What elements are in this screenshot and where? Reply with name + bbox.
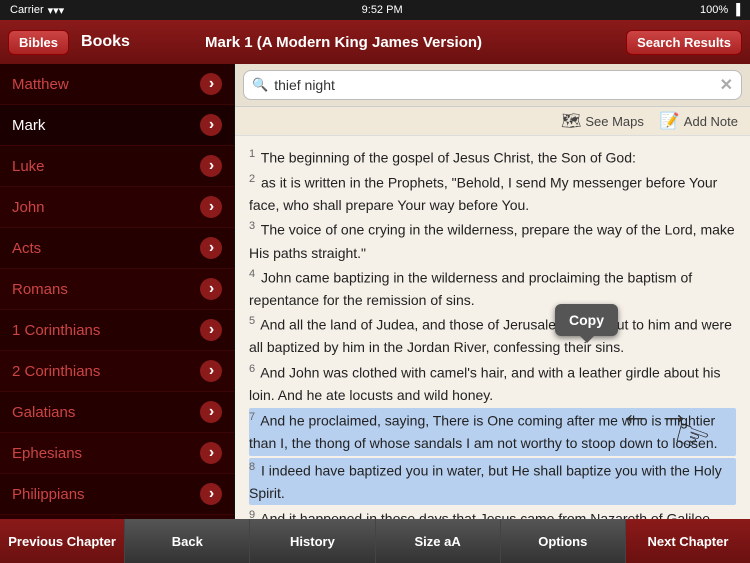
next-chapter-button[interactable]: Next Chapter [626,519,750,563]
sidebar-item-label-2corinthians: 2 Corinthians [12,363,100,380]
search-clear-icon[interactable]: ✕ [720,75,733,95]
chevron-icon-galatians [200,401,222,423]
sidebar-item-ephesians[interactable]: Ephesians [0,433,234,474]
chevron-icon-luke [200,155,222,177]
sidebar-item-2corinthians[interactable]: 2 Corinthians [0,351,234,392]
bibles-button[interactable]: Bibles [8,30,69,55]
sidebar-item-label-matthew: Matthew [12,76,69,93]
note-icon: 📝 [660,111,680,131]
battery-icon: ▐ [732,4,740,16]
verse-num-5: 5 [249,315,255,327]
battery-text: 100% [700,4,728,16]
map-icon: 🗺 [561,111,581,131]
bottom-bar: Previous Chapter Back History Size aA Op… [0,519,750,563]
verse-4: 4 John came baptizing in the wilderness … [249,266,736,311]
search-bar: 🔍 ✕ [235,64,750,107]
verse-3: 3 The voice of one crying in the wildern… [249,218,736,263]
search-input-wrapper: 🔍 ✕ [243,70,742,100]
sidebar-item-galatians[interactable]: Galatians [0,392,234,433]
sidebar-item-john[interactable]: John [0,187,234,228]
chevron-icon-ephesians [200,442,222,464]
sidebar-item-acts[interactable]: Acts [0,228,234,269]
sidebar-item-label-philippians: Philippians [12,486,85,503]
verse-num-1: 1 [249,148,255,160]
add-note-button[interactable]: 📝 Add Note [660,111,738,131]
sidebar-item-romans[interactable]: Romans [0,269,234,310]
sidebar-item-luke[interactable]: Luke [0,146,234,187]
verse-text-8: I indeed have baptized you in water, but… [249,462,722,500]
verse-text-3: The voice of one crying in the wildernes… [249,222,735,260]
sidebar-item-label-john: John [12,199,45,216]
see-maps-button[interactable]: 🗺 See Maps [561,111,644,131]
verse-8: 8 I indeed have baptized you in water, b… [249,458,736,505]
verse-5: 5 And all the land of Judea, and those o… [249,313,736,358]
verse-text-4: John came baptizing in the wilderness an… [249,270,692,308]
sidebar-item-label-acts: Acts [12,240,41,257]
verse-num-9: 9 [249,509,255,519]
verse-text-9: And it happened in those days that Jesus… [249,511,710,519]
sidebar-item-label-galatians: Galatians [12,404,75,421]
status-bar: Carrier ▾▾▾ 9:52 PM 100% ▐ [0,0,750,20]
bible-text[interactable]: Copy ← → ☞ 1 The beginning of the gospel… [235,136,750,519]
see-maps-label: See Maps [585,114,644,129]
chevron-icon-matthew [200,73,222,95]
verse-num-6: 6 [249,363,255,375]
verse-num-7: 7 [249,411,255,423]
sidebar-item-matthew[interactable]: Matthew [0,64,234,105]
verse-9: 9 And it happened in those days that Jes… [249,507,736,519]
status-time: 9:52 PM [362,4,403,16]
back-button[interactable]: Back [125,519,250,563]
chevron-icon-mark [200,114,222,136]
copy-label: Copy [569,312,604,328]
sidebar-item-label-luke: Luke [12,158,45,175]
chevron-icon-1corinthians [200,319,222,341]
verse-num-3: 3 [249,220,255,232]
add-note-label: Add Note [684,114,738,129]
chevron-icon-2corinthians [200,360,222,382]
chevron-icon-acts [200,237,222,259]
verse-num-8: 8 [249,461,255,473]
sidebar-item-label-ephesians: Ephesians [12,445,82,462]
status-right: 100% ▐ [700,4,740,16]
sidebar-item-label-romans: Romans [12,281,68,298]
sidebar-item-label-1corinthians: 1 Corinthians [12,322,100,339]
search-input[interactable] [274,77,713,93]
chevron-icon-romans [200,278,222,300]
size-aa-button[interactable]: Size aA [376,519,501,563]
search-results-button[interactable]: Search Results [626,30,742,55]
tools-bar: 🗺 See Maps 📝 Add Note [235,107,750,136]
verse-num-4: 4 [249,268,255,280]
wifi-icon: ▾▾▾ [48,4,65,17]
content-area: 🔍 ✕ 🗺 See Maps 📝 Add Note Copy [235,64,750,519]
sidebar-item-label-mark: Mark [12,117,45,134]
verse-text-2: as it is written in the Prophets, "Behol… [249,175,717,213]
copy-popup[interactable]: Copy [555,304,618,336]
sidebar: Matthew Mark Luke John Acts Romans 1 Corinthia… [0,64,235,519]
verse-num-2: 2 [249,173,255,185]
search-icon: 🔍 [252,77,268,93]
sidebar-item-1corinthians[interactable]: 1 Corinthians [0,310,234,351]
arrow-left-icon: ← [620,388,652,439]
previous-chapter-button[interactable]: Previous Chapter [0,519,125,563]
chevron-icon-john [200,196,222,218]
nav-bar: Bibles Books Mark 1 (A Modern King James… [0,20,750,64]
verse-text-5: And all the land of Judea, and those of … [249,317,732,355]
options-button[interactable]: Options [501,519,626,563]
sidebar-item-philippians[interactable]: Philippians [0,474,234,515]
sidebar-item-mark[interactable]: Mark [0,105,234,146]
history-button[interactable]: History [250,519,375,563]
chevron-icon-philippians [200,483,222,505]
main-title: Mark 1 (A Modern King James Version) [61,34,626,51]
main-layout: Matthew Mark Luke John Acts Romans 1 Corinthia… [0,64,750,519]
carrier-text: Carrier [10,4,44,16]
verse-text-1: The beginning of the gospel of Jesus Chr… [257,150,636,166]
verse-2: 2 as it is written in the Prophets, "Beh… [249,171,736,216]
status-left: Carrier ▾▾▾ [10,4,64,17]
verse-1: 1 The beginning of the gospel of Jesus C… [249,146,736,169]
